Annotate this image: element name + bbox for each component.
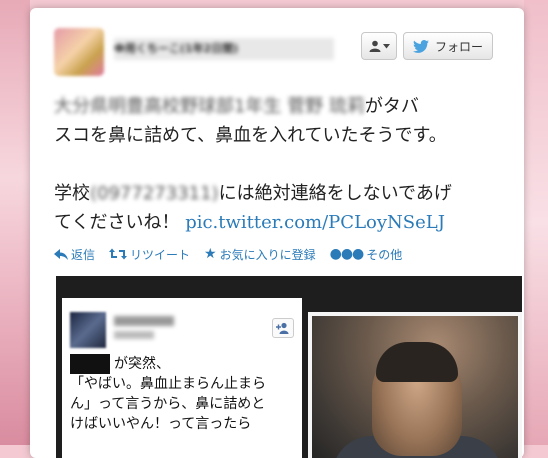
author-name[interactable]: Ф用くちーこ(1年2日間) [114, 38, 334, 60]
tweet-line3-prefix: 学校 [54, 183, 90, 204]
tweet-line1: がタバ [364, 96, 419, 117]
tweet-text: 大分県明豊高校野球部1年生 菅野 琉莉がタバ スコを鼻に詰めて、鼻血を入れていた… [54, 92, 500, 237]
embedded-photo [312, 316, 518, 458]
reply-action[interactable]: 返信 [54, 246, 95, 263]
redacted-phone: (0977273311) [90, 183, 219, 204]
author-avatar[interactable] [54, 28, 104, 76]
star-icon: ★ [204, 246, 217, 262]
add-user-icon [276, 322, 289, 334]
tweet-actions: 返信 リツイート ★ お気に入りに登録 ●●● その他 [54, 244, 402, 264]
twitter-bird-icon [412, 39, 429, 53]
embedded-follow-button [272, 318, 294, 338]
redaction-box [70, 354, 110, 374]
favorite-action[interactable]: ★ お気に入りに登録 [204, 246, 316, 263]
embedded-avatar [70, 312, 106, 348]
embedded-line2: 「やばい。鼻血止まらん止まら [70, 376, 266, 392]
follow-label: フォロー [434, 39, 483, 54]
reply-icon [54, 248, 68, 260]
tweet-line3-suffix: には絶対連絡をしないであげ [218, 183, 452, 204]
user-menu-button[interactable] [361, 32, 397, 60]
tweet-card: Ф用くちーこ(1年2日間) フォロー 大分県明豊高校野球部1年生 菅野 琉莉がタ… [30, 8, 524, 458]
caret-down-icon [382, 43, 390, 48]
follow-button[interactable]: フォロー [403, 32, 493, 60]
background-left [0, 0, 30, 445]
tweet-media[interactable]: が突然、 「やばい。鼻血止まらん止まら ん」って言うから、鼻に詰めと けばいいや… [56, 276, 522, 458]
embedded-handle-blurred [114, 331, 154, 339]
embedded-line4: けばいいやん！って言ったら [70, 416, 252, 432]
retweet-action[interactable]: リツイート [109, 246, 190, 263]
more-dots-icon: ●●● [329, 246, 365, 262]
user-icon [369, 40, 380, 52]
background-right [524, 0, 548, 445]
embedded-line3: ん」って言うから、鼻に詰めと [70, 396, 266, 412]
embedded-screenshot-card: が突然、 「やばい。鼻血止まらん止まら ん」って言うから、鼻に詰めと けばいいや… [62, 298, 302, 458]
pic-link[interactable]: pic.twitter.com/PCLoyNSeLJ [185, 212, 445, 233]
tweet-line2: スコを鼻に詰めて、鼻血を入れていたそうです。 [54, 125, 447, 146]
retweet-icon [109, 248, 128, 260]
tweet-line4-prefix: てくださいね！ [54, 212, 186, 233]
more-action[interactable]: ●●● その他 [330, 246, 403, 263]
photo-hair [376, 342, 458, 382]
embedded-name-blurred [114, 316, 174, 326]
redacted-name: 大分県明豊高校野球部1年生 菅野 琉莉 [54, 96, 365, 117]
